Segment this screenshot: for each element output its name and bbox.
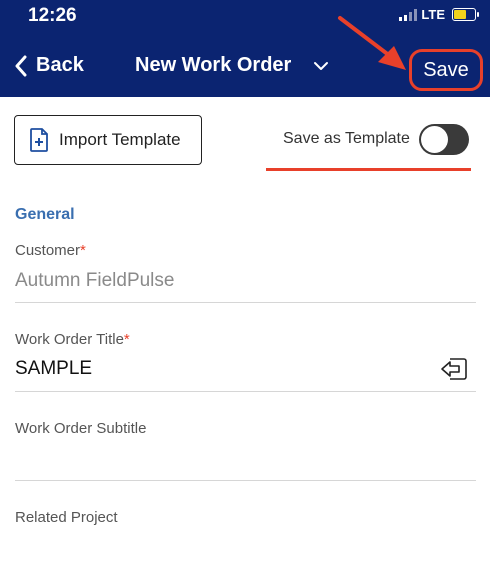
annotation-underline xyxy=(266,168,471,171)
work-order-title-input[interactable]: SAMPLE xyxy=(15,358,92,380)
subtitle-label: Work Order Subtitle xyxy=(15,420,147,437)
required-mark: * xyxy=(80,242,86,259)
section-title-general: General xyxy=(15,206,75,223)
divider xyxy=(15,391,476,392)
toggle-knob xyxy=(421,126,448,153)
divider xyxy=(15,302,476,303)
network-label: LTE xyxy=(421,7,445,22)
title-label-text: Work Order Title xyxy=(15,331,124,348)
battery-icon xyxy=(452,8,479,21)
save-as-template-toggle[interactable] xyxy=(419,124,469,155)
work-order-subtitle-input[interactable] xyxy=(15,448,455,472)
save-as-template-label: Save as Template xyxy=(283,130,410,147)
customer-label: Customer* xyxy=(15,242,86,259)
annotation-arrow-icon xyxy=(338,16,406,70)
divider xyxy=(15,480,476,481)
sign-in-icon[interactable] xyxy=(440,358,468,380)
customer-label-text: Customer xyxy=(15,242,81,259)
save-label: Save xyxy=(423,58,469,81)
save-button[interactable]: Save xyxy=(409,49,483,91)
back-label: Back xyxy=(36,54,84,76)
customer-field[interactable]: Autumn FieldPulse xyxy=(15,270,174,292)
document-plus-icon xyxy=(30,128,48,152)
title-dropdown[interactable]: New Work Order xyxy=(135,54,329,77)
status-time: 12:26 xyxy=(28,5,77,26)
chevron-down-icon xyxy=(314,61,329,70)
back-button[interactable]: Back xyxy=(14,54,84,77)
import-template-button[interactable]: Import Template xyxy=(14,115,202,165)
required-mark: * xyxy=(123,331,130,348)
chevron-left-icon xyxy=(15,55,27,76)
import-template-label: Import Template xyxy=(59,130,181,149)
related-project-label[interactable]: Related Project xyxy=(15,509,118,526)
title-label: Work Order Title* xyxy=(15,331,130,348)
page-title: New Work Order xyxy=(135,54,292,76)
